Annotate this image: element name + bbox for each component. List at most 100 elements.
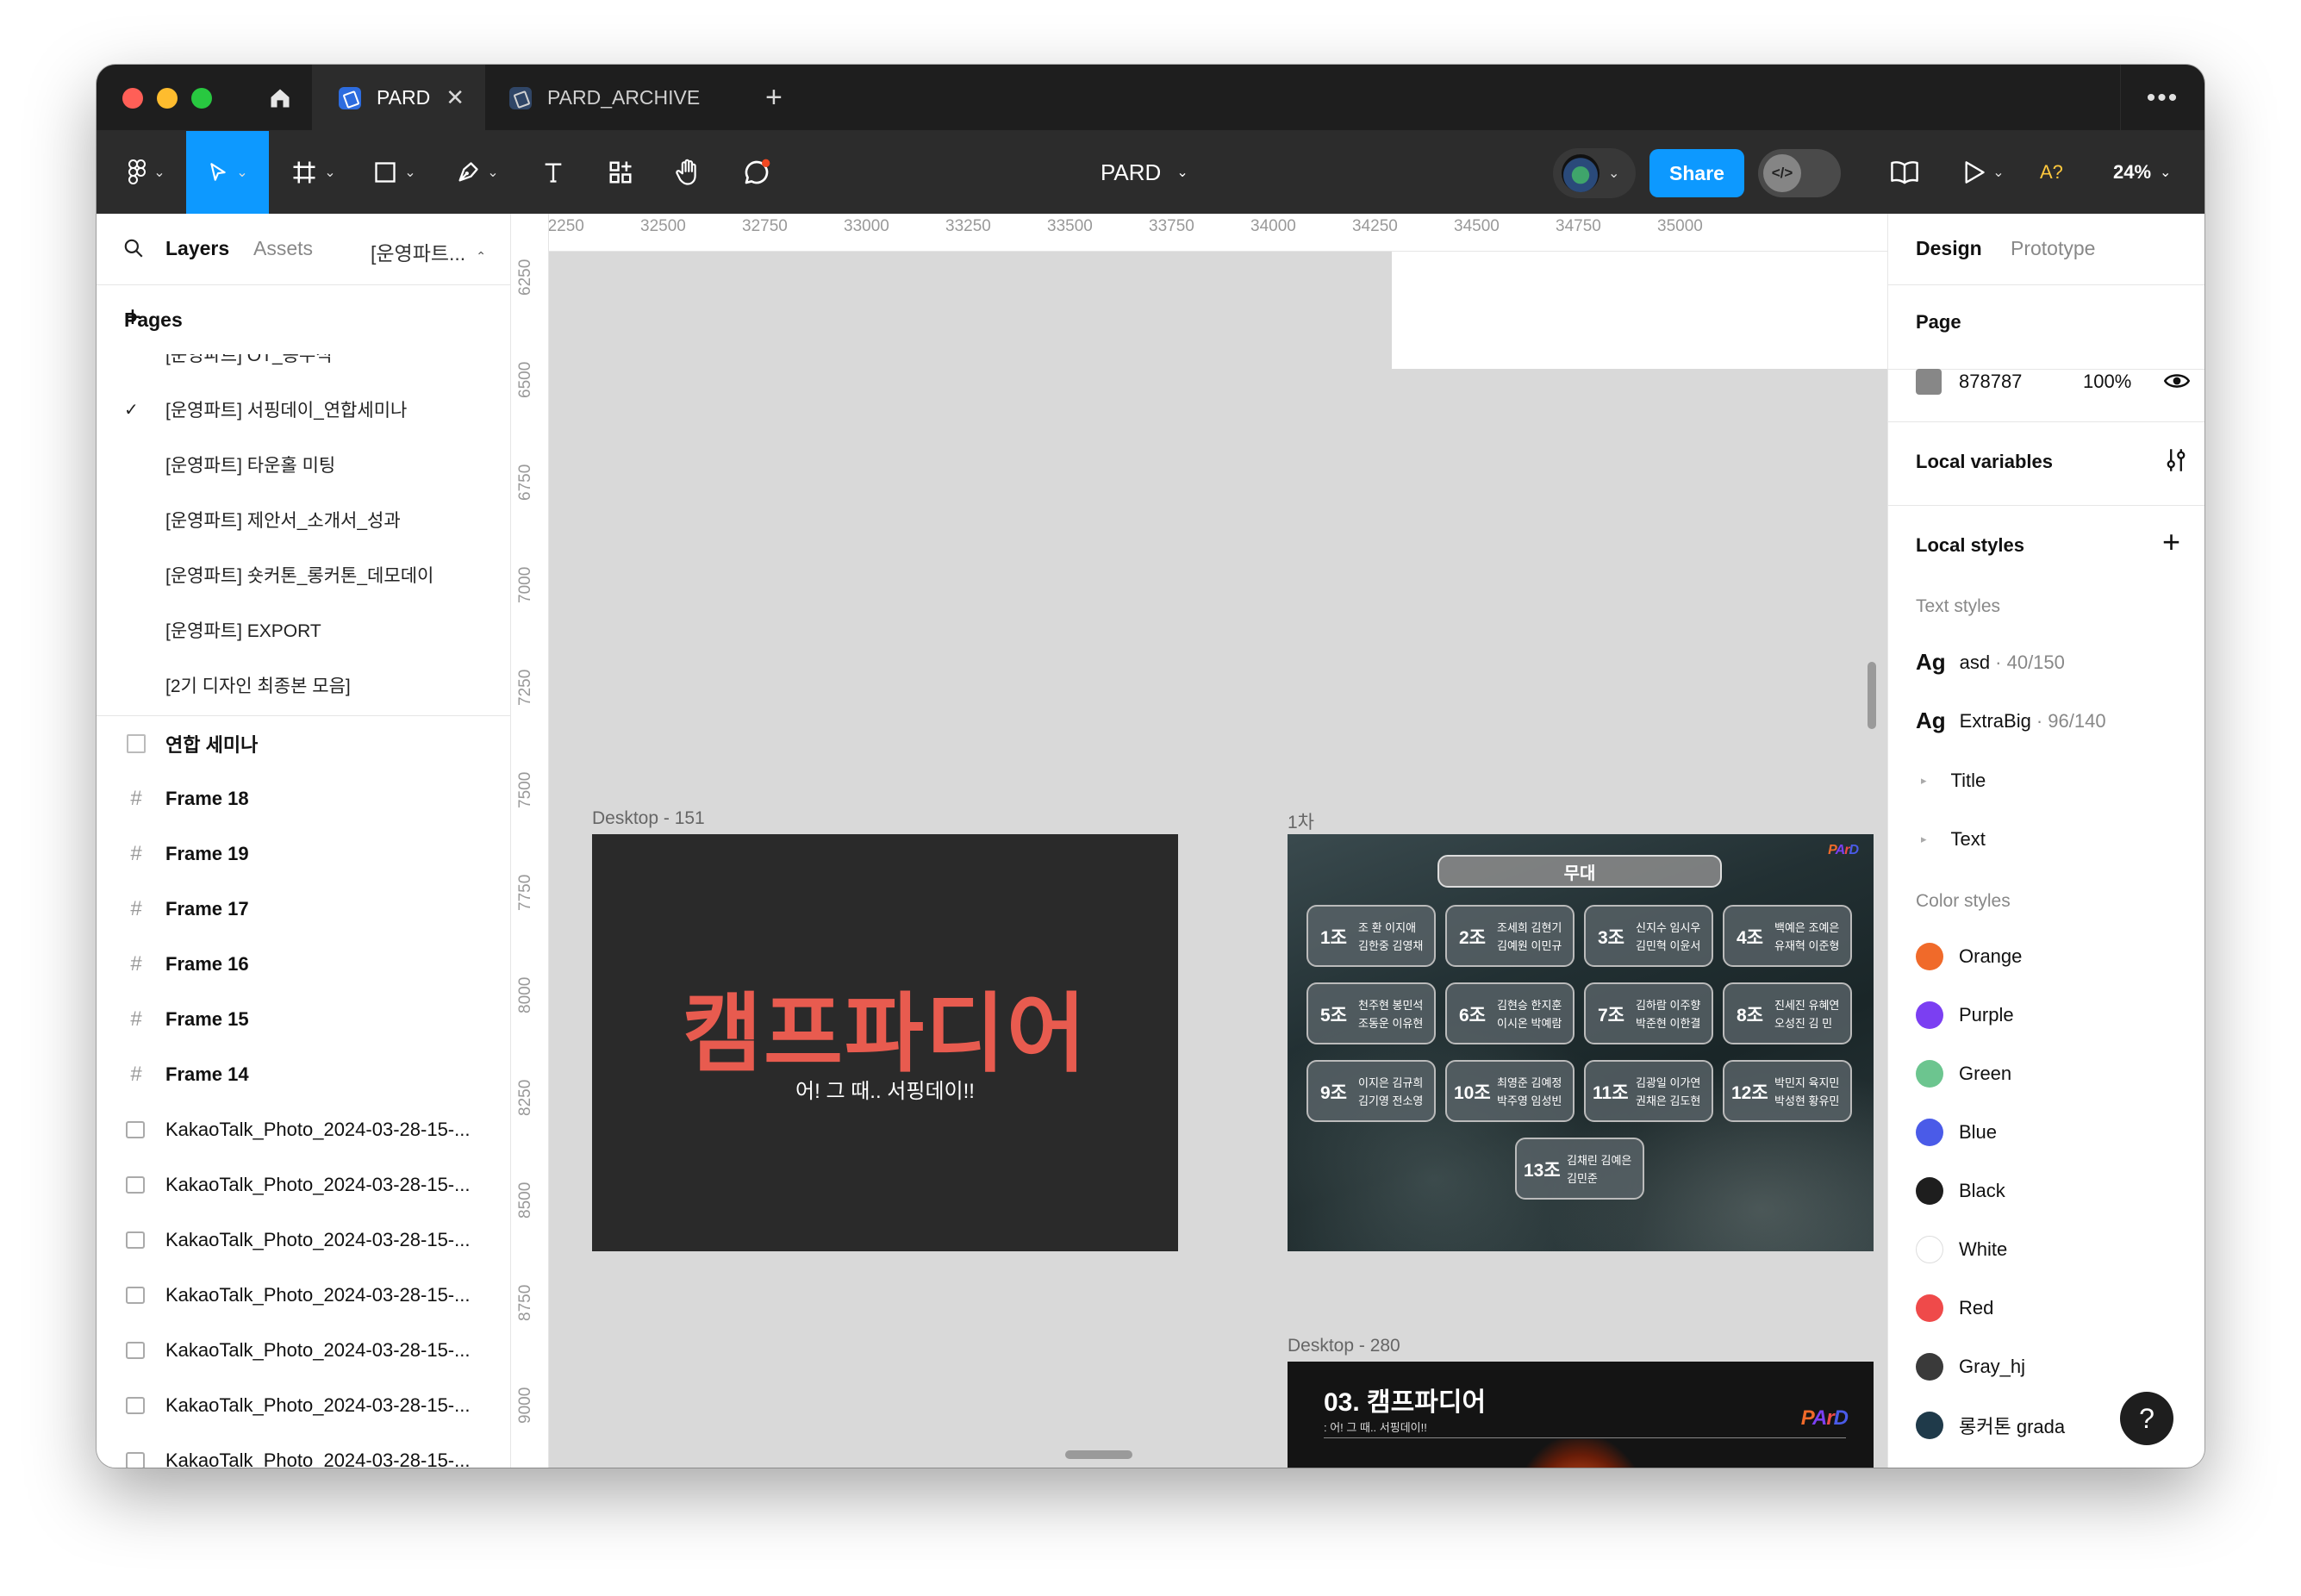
text-style-row[interactable]: Ag asd · 40/150: [1916, 649, 2065, 676]
main-menu-button[interactable]: ⌄: [112, 131, 181, 214]
help-button[interactable]: ?: [2120, 1392, 2173, 1445]
page-item[interactable]: [운영파트] 제안서_소개서_성과: [97, 492, 510, 547]
color-style-row[interactable]: Green: [1916, 1060, 2011, 1088]
layer-row[interactable]: # Frame 19: [97, 826, 510, 882]
pen-tool-button[interactable]: ⌄: [445, 131, 510, 214]
dev-mode-toggle[interactable]: </>: [1758, 149, 1841, 197]
layer-row[interactable]: KakaoTalk_Photo_2024-03-28-15-...: [97, 1157, 510, 1213]
tab-layers[interactable]: Layers: [165, 237, 229, 260]
hand-tool-button[interactable]: [662, 131, 714, 214]
vertical-scrollbar[interactable]: [1868, 662, 1876, 729]
text-tool-button[interactable]: [527, 131, 579, 214]
layer-row[interactable]: # Frame 18: [97, 771, 510, 826]
frame-label[interactable]: Desktop - 151: [592, 808, 705, 829]
checkmark-icon: ✓: [124, 400, 139, 420]
page-color-opacity[interactable]: 100%: [2083, 371, 2131, 393]
ruler-tick: 7500: [516, 771, 534, 808]
slide-subtitle: : 어! 그 때.. 서핑데이!!: [1324, 1421, 1427, 1434]
ruler-tick: 34500: [1454, 217, 1500, 235]
color-style-row[interactable]: Black: [1916, 1177, 2005, 1205]
style-group-text[interactable]: ▸ Text: [1916, 828, 1986, 851]
ruler-tick: 7250: [516, 669, 534, 706]
comment-tool-button[interactable]: [731, 131, 783, 214]
page-item[interactable]: [운영파트] 타운홀 미팅: [97, 437, 510, 492]
layer-row[interactable]: KakaoTalk_Photo_2024-03-28-15-...: [97, 1323, 510, 1378]
tab-prototype[interactable]: Prototype: [2011, 237, 2095, 260]
share-button[interactable]: Share: [1649, 149, 1744, 197]
zoom-level: 24%: [2113, 161, 2152, 183]
frame-1cha[interactable]: PArD 무대 1조 조 환 이지애 김한중 김영채 2조 조세희 김현기 김예원 이민…: [1288, 834, 1874, 1251]
add-page-button[interactable]: +: [124, 301, 484, 334]
horizontal-scrollbar[interactable]: [1065, 1450, 1132, 1459]
layer-row[interactable]: KakaoTalk_Photo_2024-03-28-15-...: [97, 1213, 510, 1268]
search-icon[interactable]: [122, 237, 145, 259]
zoom-window-button[interactable]: [191, 88, 212, 109]
team-card: 1조 조 환 이지애 김한중 김영채: [1306, 905, 1436, 967]
color-style-row[interactable]: Purple: [1916, 1001, 2014, 1029]
document-title[interactable]: PARD ⌄: [1101, 131, 1188, 214]
layer-row[interactable]: KakaoTalk_Photo_2024-03-28-15-...: [97, 1433, 510, 1468]
add-style-button[interactable]: +: [2162, 524, 2180, 560]
layer-row[interactable]: KakaoTalk_Photo_2024-03-28-15-...: [97, 1268, 510, 1323]
layer-row[interactable]: # Frame 15: [97, 992, 510, 1047]
layer-row[interactable]: KakaoTalk_Photo_2024-03-28-15-...: [97, 1102, 510, 1157]
page-item-current[interactable]: ✓ [운영파트] 서핑데이_연합세미나: [97, 382, 510, 437]
frame-icon: #: [130, 897, 142, 920]
minimize-window-button[interactable]: [157, 88, 178, 109]
eye-icon[interactable]: [2164, 371, 2190, 391]
shape-tool-button[interactable]: ⌄: [362, 131, 427, 214]
frame-tool-button[interactable]: ⌄: [281, 131, 346, 214]
library-button[interactable]: [1879, 131, 1930, 214]
zoom-menu[interactable]: 24% ⌄: [2113, 131, 2171, 214]
new-tab-button[interactable]: +: [765, 80, 783, 115]
page-selector[interactable]: [운영파트... ⌃: [371, 237, 486, 266]
present-button[interactable]: ⌄: [1949, 131, 2018, 214]
layer-row[interactable]: KakaoTalk_Photo_2024-03-28-15-...: [97, 1378, 510, 1433]
image-icon: [126, 1231, 145, 1249]
tab-pard[interactable]: PARD ✕: [313, 65, 485, 131]
page-color-swatch[interactable]: [1916, 369, 1942, 395]
frame-label[interactable]: 1차: [1288, 808, 1314, 834]
page-item[interactable]: [운영파트] OT_종무식: [97, 354, 510, 382]
style-group-title[interactable]: ▸ Title: [1916, 770, 1986, 792]
close-tab-icon[interactable]: ✕: [446, 84, 465, 111]
close-window-button[interactable]: [122, 88, 143, 109]
color-style-row[interactable]: Red: [1916, 1294, 1993, 1322]
style-group-label: Title: [1950, 770, 1986, 791]
layer-label: KakaoTalk_Photo_2024-03-28-15-...: [165, 1394, 471, 1416]
tab-assets[interactable]: Assets: [253, 237, 313, 260]
color-swatch: [1916, 943, 1943, 970]
page-color-hex[interactable]: 878787: [1959, 371, 2022, 393]
color-style-row[interactable]: Gray_hj: [1916, 1353, 2025, 1381]
color-style-row[interactable]: Blue: [1916, 1119, 1997, 1146]
frame-desktop-151[interactable]: 캠프파디어 어! 그 때.. 서핑데이!!: [592, 834, 1178, 1251]
page-item[interactable]: [운영파트] 숏커톤_롱커톤_데모데이: [97, 547, 510, 602]
home-button[interactable]: [247, 65, 313, 131]
layer-row[interactable]: # Frame 16: [97, 937, 510, 992]
text-style-row[interactable]: Ag ExtraBig · 96/140: [1916, 708, 2106, 734]
move-tool-button[interactable]: ⌄: [186, 131, 269, 214]
frame-desktop-280[interactable]: 03. 캠프파디어 : 어! 그 때.. 서핑데이!! PArD: [1288, 1362, 1874, 1468]
image-icon: [126, 1342, 145, 1359]
layer-row[interactable]: # Frame 17: [97, 882, 510, 937]
ruler-tick: 34750: [1556, 217, 1601, 235]
white-frame[interactable]: [1392, 252, 1887, 369]
local-variables-title[interactable]: Local variables: [1916, 451, 2053, 473]
variables-icon[interactable]: [2164, 447, 2188, 473]
page-item[interactable]: [2기 디자인 최종본 모음]: [97, 658, 510, 713]
layer-row[interactable]: # Frame 14: [97, 1047, 510, 1102]
toolbar: ⌄ ⌄ ⌄ ⌄ ⌄ PARD ⌄ ⌄ Share </> ⌄ A? 24% ⌄: [97, 131, 2204, 214]
color-style-row[interactable]: White: [1916, 1236, 2007, 1263]
ai-assist-button[interactable]: A?: [2040, 131, 2063, 214]
more-options-button[interactable]: •••: [2120, 65, 2204, 131]
tab-design[interactable]: Design: [1916, 237, 1982, 260]
tab-pard-archive[interactable]: PARD_ARCHIVE: [485, 65, 726, 131]
canvas[interactable]: Desktop - 151 캠프파디어 어! 그 때.. 서핑데이!! 1차 P…: [511, 214, 1887, 1468]
resources-tool-button[interactable]: [595, 131, 646, 214]
color-style-row[interactable]: Orange: [1916, 943, 2022, 970]
frame-label[interactable]: Desktop - 280: [1288, 1336, 1400, 1356]
layer-row[interactable]: 연합 세미나: [97, 716, 510, 771]
page-item[interactable]: [운영파트] EXPORT: [97, 602, 510, 658]
multiplayer-avatars[interactable]: ⌄: [1553, 148, 1636, 198]
color-style-row[interactable]: 롱커톤 grada: [1916, 1412, 2065, 1439]
